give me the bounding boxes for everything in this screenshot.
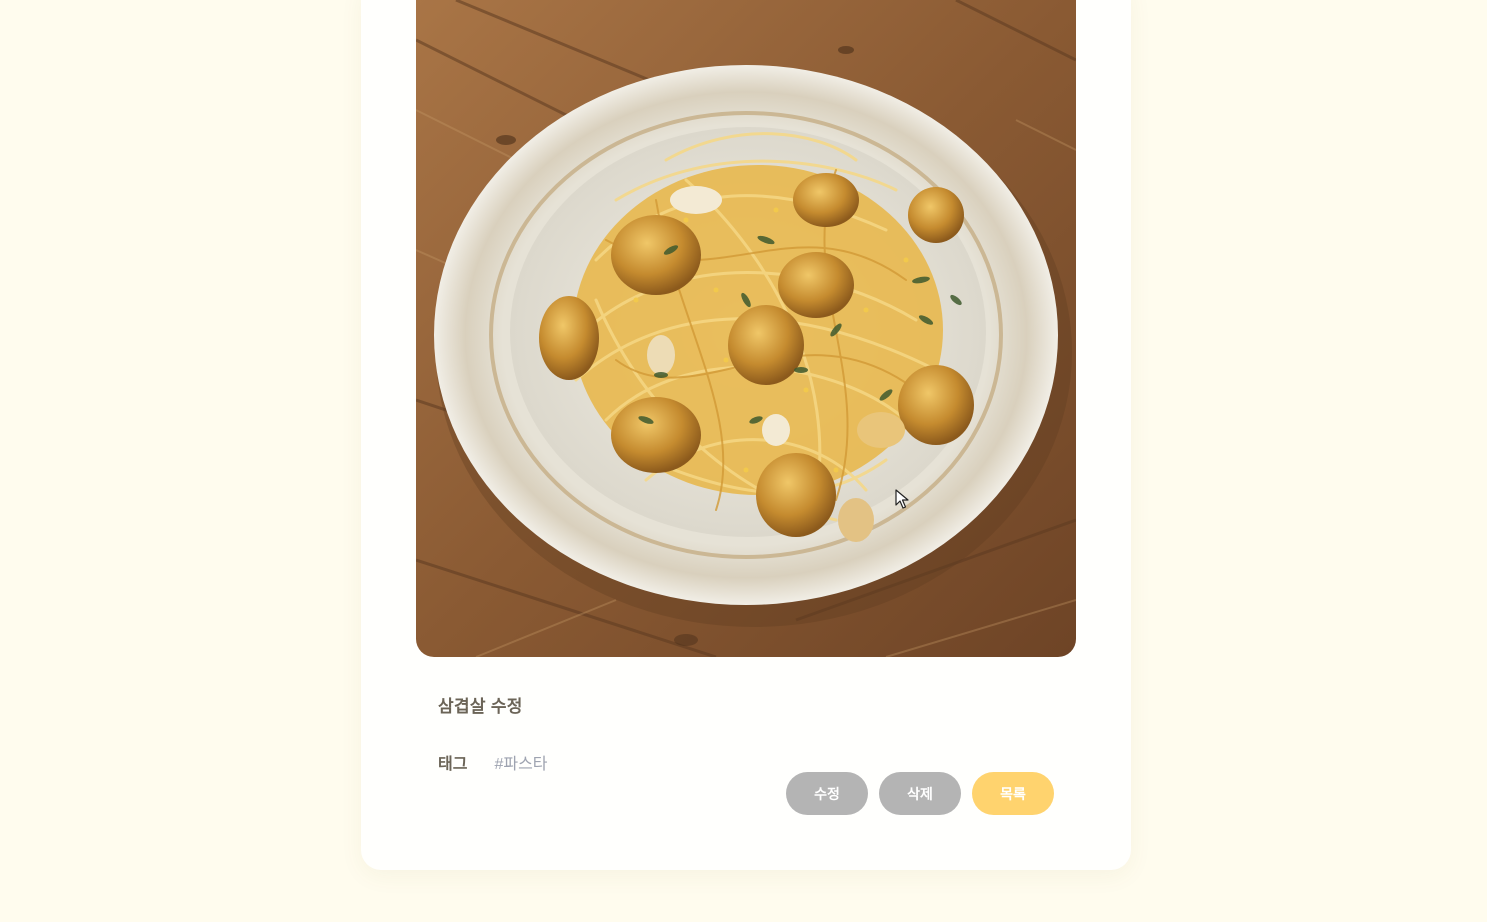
tag-item[interactable]: #파스타 — [494, 750, 547, 774]
delete-button[interactable]: 삭제 — [879, 772, 961, 815]
list-button[interactable]: 목록 — [972, 772, 1054, 815]
tag-label: 태그 — [438, 756, 468, 773]
edit-button[interactable]: 수정 — [786, 772, 868, 815]
post-detail-card: 삼겹살 수정 태그 #파스타 수정 삭제 목록 — [361, 0, 1131, 870]
post-photo — [416, 0, 1076, 657]
tag-row: 태그 #파스타 — [438, 750, 548, 774]
post-title: 삼겹살 수정 — [438, 697, 523, 716]
post-actions: 수정 삭제 목록 — [786, 772, 1054, 815]
